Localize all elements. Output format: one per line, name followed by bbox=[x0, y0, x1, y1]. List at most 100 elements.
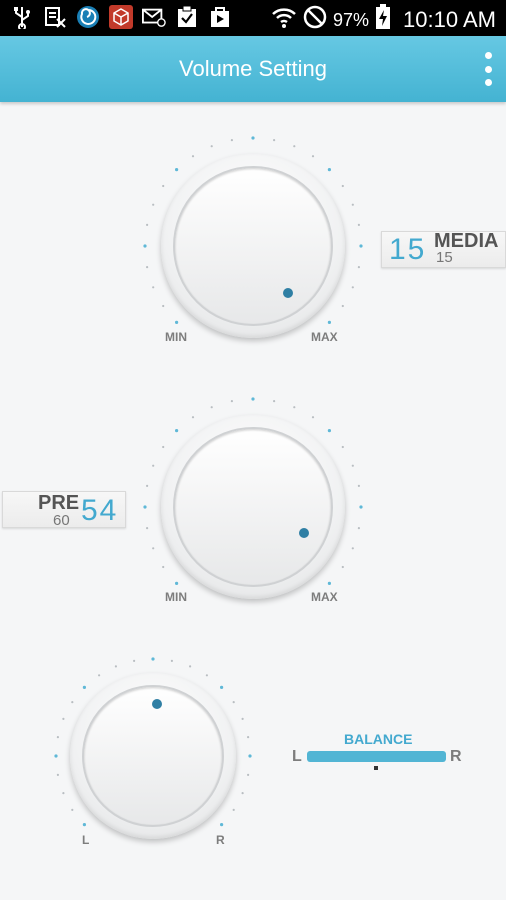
scale-tick bbox=[152, 286, 155, 289]
scale-tick bbox=[175, 320, 179, 324]
balance-right-label: R bbox=[450, 748, 462, 765]
balance-knob[interactable]: L R bbox=[53, 656, 253, 856]
scale-tick bbox=[146, 223, 149, 226]
scale-tick bbox=[311, 416, 315, 419]
scale-tick bbox=[293, 406, 296, 409]
overflow-menu-icon[interactable] bbox=[482, 52, 494, 86]
pre-volume-value: 54 bbox=[81, 494, 119, 527]
scale-tick bbox=[54, 754, 58, 758]
knob-left-label: L bbox=[82, 833, 90, 847]
scale-tick bbox=[71, 808, 74, 811]
scale-tick bbox=[241, 792, 244, 795]
scale-tick bbox=[357, 527, 360, 530]
scale-tick bbox=[146, 484, 149, 487]
scale-tick bbox=[247, 736, 250, 739]
scale-tick bbox=[152, 547, 155, 550]
knob-min-label: MIN bbox=[165, 590, 187, 604]
scale-tick bbox=[232, 701, 235, 704]
knob-indicator-dot bbox=[283, 288, 293, 298]
scale-tick bbox=[327, 168, 331, 172]
scale-tick bbox=[98, 674, 101, 677]
scale-tick bbox=[220, 685, 224, 689]
scale-tick bbox=[82, 823, 86, 827]
scale-tick bbox=[151, 657, 155, 661]
page-title: Volume Setting bbox=[179, 56, 327, 81]
scale-tick bbox=[357, 223, 360, 226]
scale-tick bbox=[351, 203, 354, 206]
scale-tick bbox=[210, 145, 213, 148]
scale-tick bbox=[351, 286, 354, 289]
scale-tick bbox=[220, 823, 224, 827]
scale-tick bbox=[71, 701, 74, 704]
scale-tick bbox=[189, 665, 192, 668]
balance-center-marker bbox=[374, 766, 378, 770]
scale-tick bbox=[152, 464, 155, 467]
scale-tick bbox=[56, 736, 59, 739]
scale-tick bbox=[143, 505, 147, 509]
media-volume-readout: 15 MEDIA 15 bbox=[381, 230, 506, 268]
shell-app-icon bbox=[76, 4, 100, 30]
scale-tick bbox=[230, 139, 233, 142]
scale-tick bbox=[293, 145, 296, 148]
scale-tick bbox=[341, 184, 344, 188]
scale-tick bbox=[230, 400, 233, 403]
balance-slider[interactable] bbox=[307, 751, 446, 762]
pre-sub-value: 60 bbox=[53, 512, 70, 529]
scale-tick bbox=[210, 406, 213, 409]
scale-tick bbox=[162, 184, 165, 188]
media-sub-value: 15 bbox=[436, 249, 453, 266]
scale-tick bbox=[175, 581, 179, 585]
knob-right-label: R bbox=[216, 833, 225, 847]
scale-tick bbox=[251, 136, 255, 140]
scale-tick bbox=[82, 685, 86, 689]
scale-tick bbox=[175, 429, 179, 433]
scale-tick bbox=[327, 581, 331, 585]
scale-tick bbox=[152, 203, 155, 206]
scale-tick bbox=[357, 266, 360, 269]
scale-tick bbox=[114, 665, 117, 668]
play-store-icon bbox=[208, 4, 232, 30]
scale-tick bbox=[175, 168, 179, 172]
scale-tick bbox=[191, 155, 195, 158]
scale-tick bbox=[133, 659, 136, 662]
scale-tick bbox=[162, 445, 165, 449]
scale-tick bbox=[327, 429, 331, 433]
scale-tick bbox=[62, 717, 65, 720]
scale-tick bbox=[273, 139, 276, 142]
scale-tick bbox=[351, 464, 354, 467]
scale-tick bbox=[170, 659, 173, 662]
cube-app-icon bbox=[109, 4, 133, 30]
balance-title: BALANCE bbox=[344, 731, 413, 747]
battery-charging-icon bbox=[375, 4, 391, 36]
media-volume-knob[interactable]: MIN MAX bbox=[142, 135, 364, 357]
scale-tick bbox=[205, 674, 208, 677]
clipboard-check-icon bbox=[175, 4, 199, 30]
scale-tick bbox=[251, 397, 255, 401]
scale-tick bbox=[273, 400, 276, 403]
scale-tick bbox=[241, 717, 244, 720]
wifi-icon bbox=[271, 6, 297, 34]
knob-indicator-dot bbox=[152, 699, 162, 709]
scale-tick bbox=[146, 527, 149, 530]
mail-icon bbox=[142, 4, 166, 30]
scale-tick bbox=[62, 792, 65, 795]
scale-tick bbox=[357, 484, 360, 487]
scale-tick bbox=[248, 754, 252, 758]
clock: 10:10 AM bbox=[403, 7, 496, 32]
scale-tick bbox=[341, 565, 344, 569]
scale-tick bbox=[162, 565, 165, 569]
battery-percent: 97% bbox=[333, 9, 370, 30]
knob-min-label: MIN bbox=[165, 330, 187, 344]
scale-tick bbox=[351, 547, 354, 550]
pre-volume-readout: PRE 60 54 bbox=[2, 491, 126, 529]
knob-max-label: MAX bbox=[311, 590, 338, 604]
scale-tick bbox=[143, 244, 147, 248]
status-bar: 97% 10:10 AM bbox=[0, 0, 506, 36]
balance-left-label: L bbox=[292, 748, 302, 765]
scale-tick bbox=[232, 808, 235, 811]
pre-volume-knob[interactable]: MIN MAX bbox=[142, 396, 364, 618]
do-not-disturb-icon bbox=[303, 5, 327, 35]
scale-tick bbox=[341, 304, 344, 308]
scale-tick bbox=[162, 304, 165, 308]
storage-icon bbox=[43, 4, 67, 30]
